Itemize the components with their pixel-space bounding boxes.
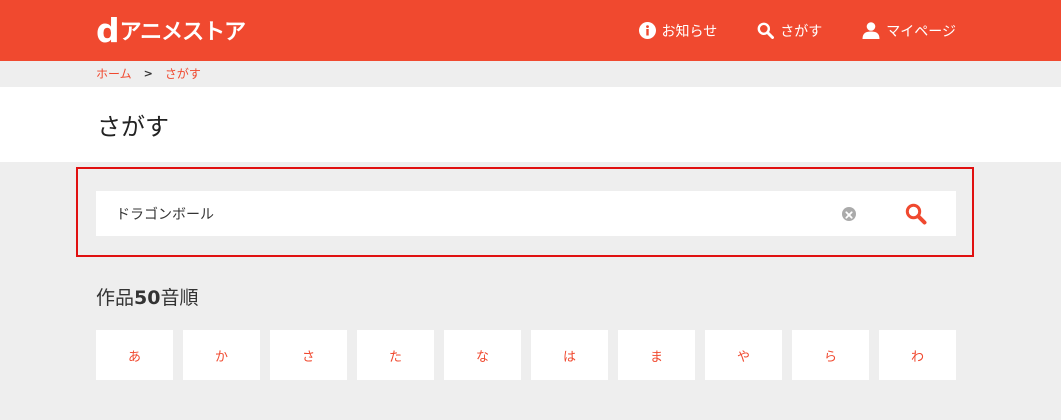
page-title: さがす — [97, 113, 169, 141]
kana-button-ma[interactable]: ま — [618, 330, 695, 380]
logo-text: アニメストア — [119, 20, 247, 45]
kana-button-na[interactable]: な — [444, 330, 521, 380]
clear-icon — [845, 211, 853, 219]
kana-button-sa[interactable]: さ — [270, 330, 347, 380]
search-icon — [757, 22, 775, 39]
header: d アニメストア お知らせ さがす マイページ — [0, 0, 1061, 61]
nav-item-news[interactable]: お知らせ — [638, 21, 718, 41]
section-title: 作品50音順 — [96, 283, 198, 310]
title-band: さがす — [0, 87, 1061, 162]
kana-button-ya[interactable]: や — [705, 330, 782, 380]
search-icon — [905, 203, 927, 224]
nav-item-search[interactable]: さがす — [757, 21, 822, 41]
search-box — [96, 191, 956, 236]
kana-button-wa[interactable]: わ — [879, 330, 956, 380]
kana-grid: あ か さ た な は ま や ら わ — [96, 330, 956, 380]
kana-button-ka[interactable]: か — [183, 330, 260, 380]
breadcrumb-separator: > — [143, 66, 153, 80]
kana-button-ha[interactable]: は — [531, 330, 608, 380]
breadcrumb-home[interactable]: ホーム — [96, 65, 132, 82]
nav-item-mypage[interactable]: マイページ — [862, 21, 956, 41]
section-title-number: 50 — [134, 287, 161, 309]
user-icon — [862, 22, 880, 39]
section-title-suffix: 音順 — [160, 287, 199, 309]
search-submit-button[interactable] — [896, 197, 936, 230]
kana-button-a[interactable]: あ — [96, 330, 173, 380]
logo[interactable]: d アニメストア — [96, 10, 247, 50]
nav-label-search: さがす — [780, 23, 823, 40]
kana-button-ra[interactable]: ら — [792, 330, 869, 380]
header-nav: お知らせ さがす マイページ — [599, 0, 956, 61]
kana-button-ta[interactable]: た — [357, 330, 434, 380]
section-title-prefix: 作品 — [96, 287, 135, 309]
nav-label-news: お知らせ — [661, 23, 718, 40]
info-icon — [638, 22, 656, 39]
logo-d: d — [96, 10, 120, 50]
nav-label-mypage: マイページ — [886, 23, 956, 40]
breadcrumb-current: さがす — [164, 66, 201, 81]
search-input[interactable] — [96, 191, 816, 236]
clear-search-button[interactable] — [842, 207, 856, 221]
breadcrumb: ホーム > さがす — [96, 64, 201, 82]
